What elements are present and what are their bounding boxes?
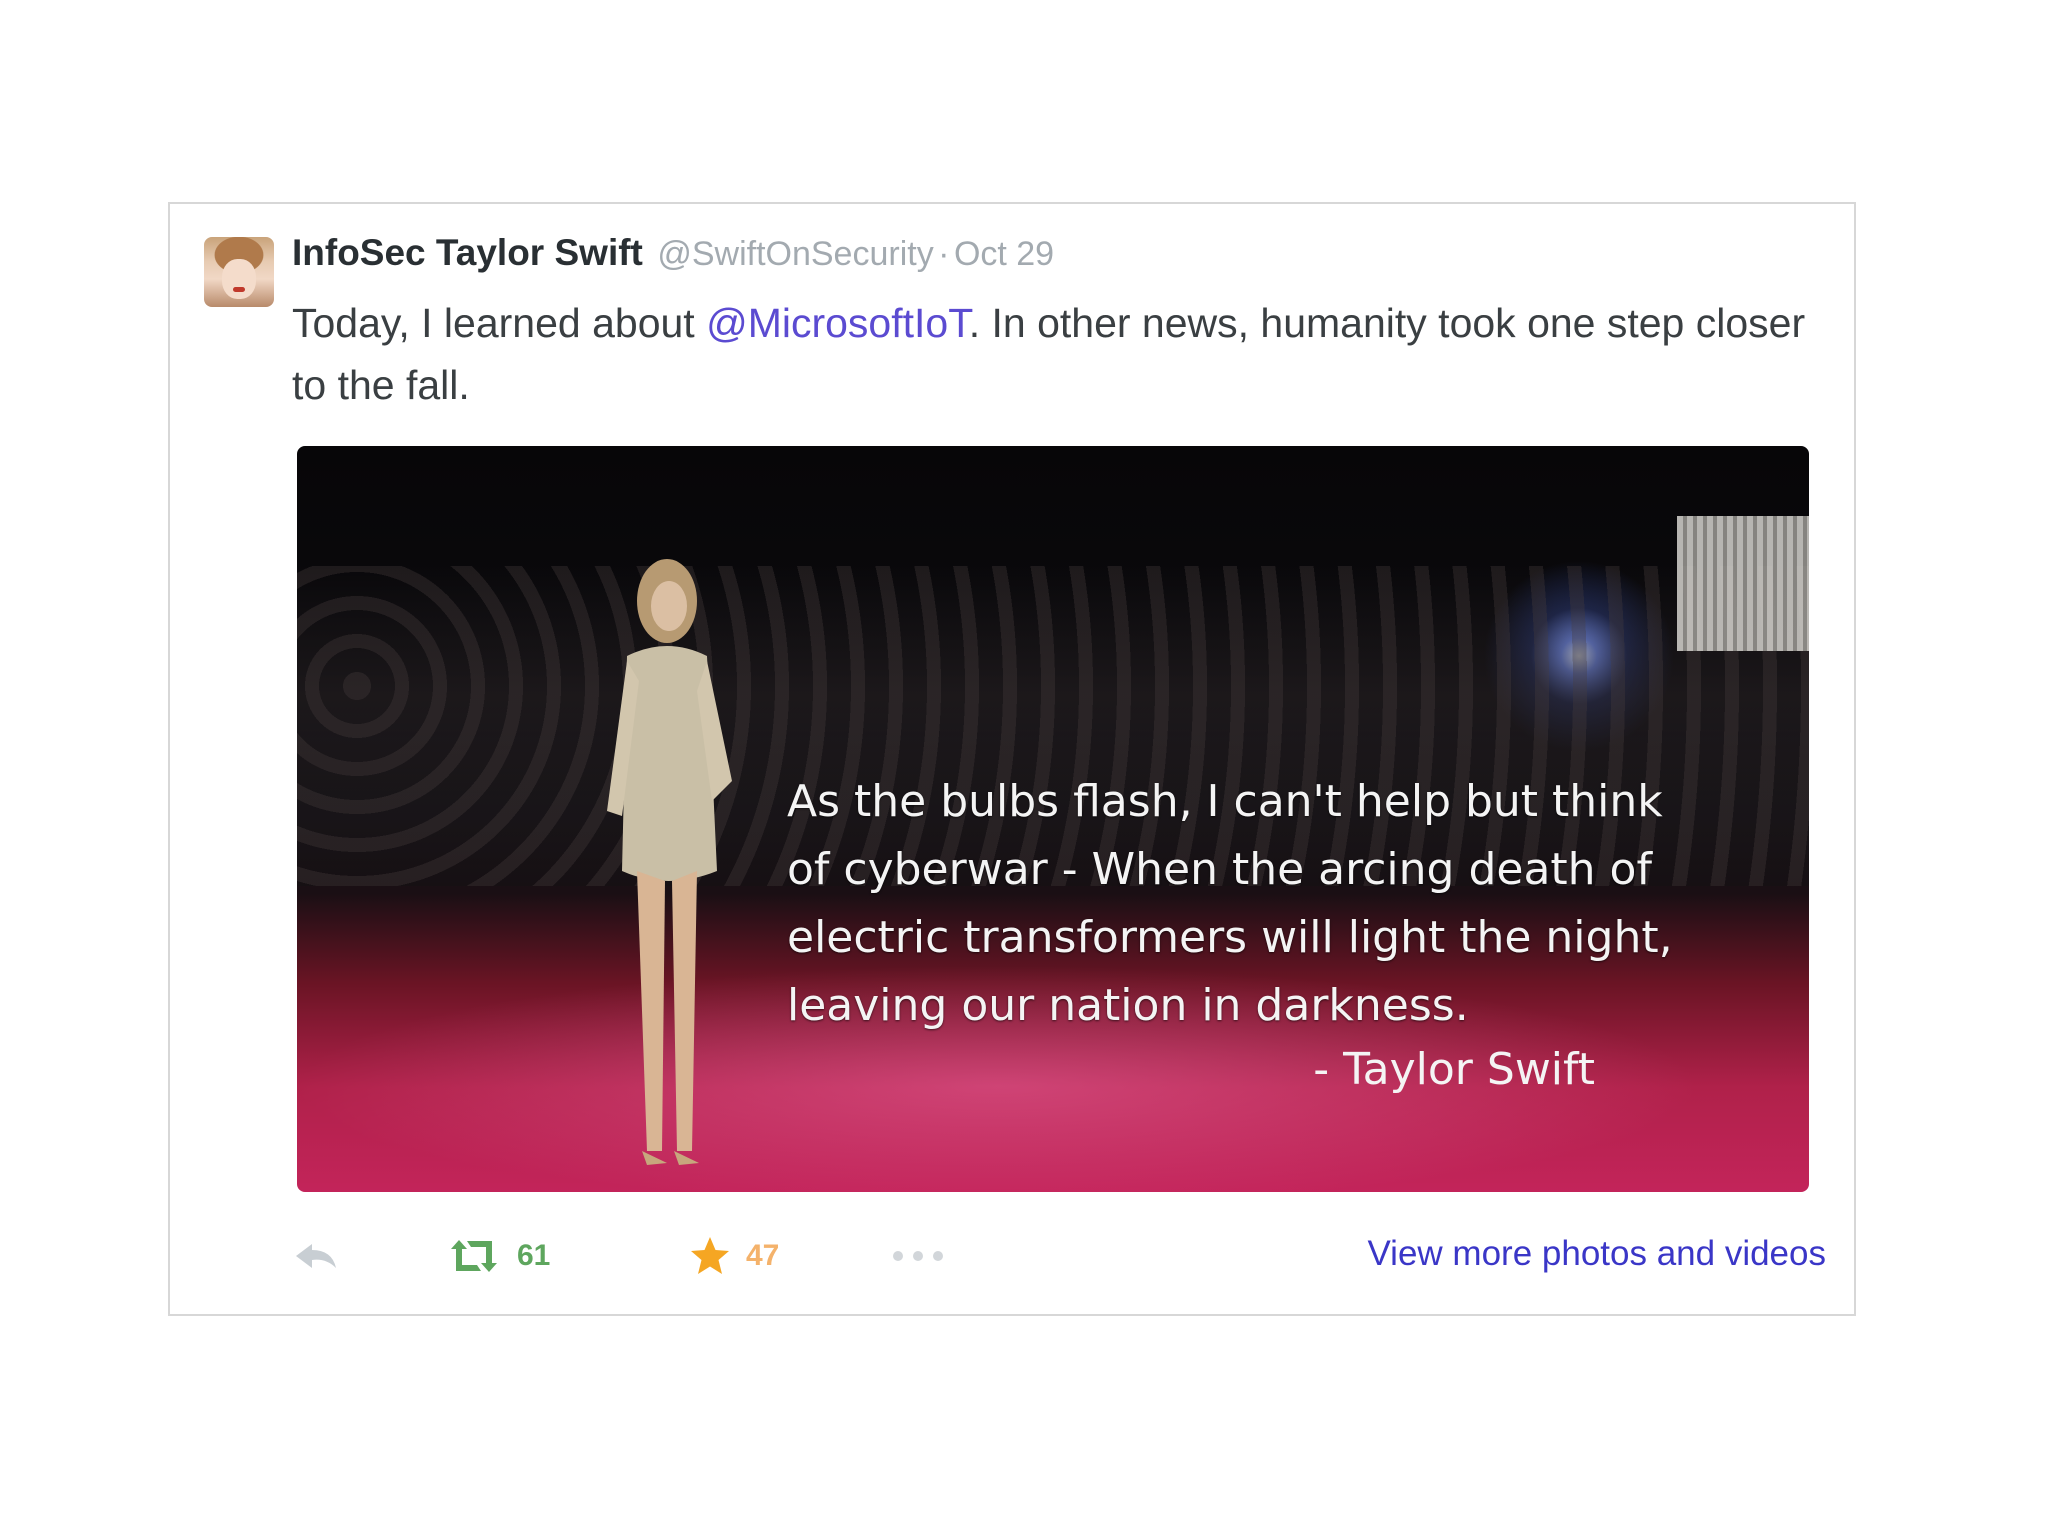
photo-figure	[607, 559, 732, 1165]
photo-banner	[1677, 516, 1809, 651]
user-handle[interactable]: @SwiftOnSecurity	[657, 235, 933, 273]
retweet-button[interactable]: 61	[445, 1226, 550, 1286]
tweet-date[interactable]: Oct 29	[954, 235, 1054, 273]
retweet-icon	[451, 1240, 497, 1272]
header-separator: ·	[938, 235, 950, 273]
avatar[interactable]	[204, 237, 274, 307]
more-button[interactable]	[888, 1226, 948, 1286]
view-more-link[interactable]: View more photos and videos	[1367, 1234, 1826, 1274]
more-icon	[893, 1251, 943, 1261]
mention-link[interactable]: @MicrosoftIoT	[706, 300, 969, 346]
photo-quote: As the bulbs flash, I can't help but thi…	[787, 776, 1673, 1031]
reply-button[interactable]	[292, 1226, 340, 1286]
avatar-face	[222, 259, 256, 299]
tweet-card[interactable]: InfoSec Taylor Swift @SwiftOnSecurity · …	[168, 202, 1856, 1316]
favorite-button[interactable]: 47	[688, 1226, 779, 1286]
tweet-header: InfoSec Taylor Swift @SwiftOnSecurity · …	[292, 232, 1054, 274]
tweet-actions: 61 47 View more photos and videos	[292, 1226, 1832, 1286]
retweet-count: 61	[517, 1239, 551, 1272]
photo-quote-author: - Taylor Swift	[1313, 1044, 1595, 1095]
tweet-text-before: Today, I learned about	[292, 300, 707, 346]
favorite-count: 47	[746, 1239, 780, 1272]
tweet-text: Today, I learned about @MicrosoftIoT. In…	[292, 292, 1832, 416]
star-icon	[691, 1237, 729, 1274]
avatar-lips	[233, 287, 245, 292]
reply-icon	[296, 1244, 336, 1268]
tweet-photo[interactable]: As the bulbs flash, I can't help but thi…	[297, 446, 1809, 1192]
display-name[interactable]: InfoSec Taylor Swift	[292, 232, 643, 273]
